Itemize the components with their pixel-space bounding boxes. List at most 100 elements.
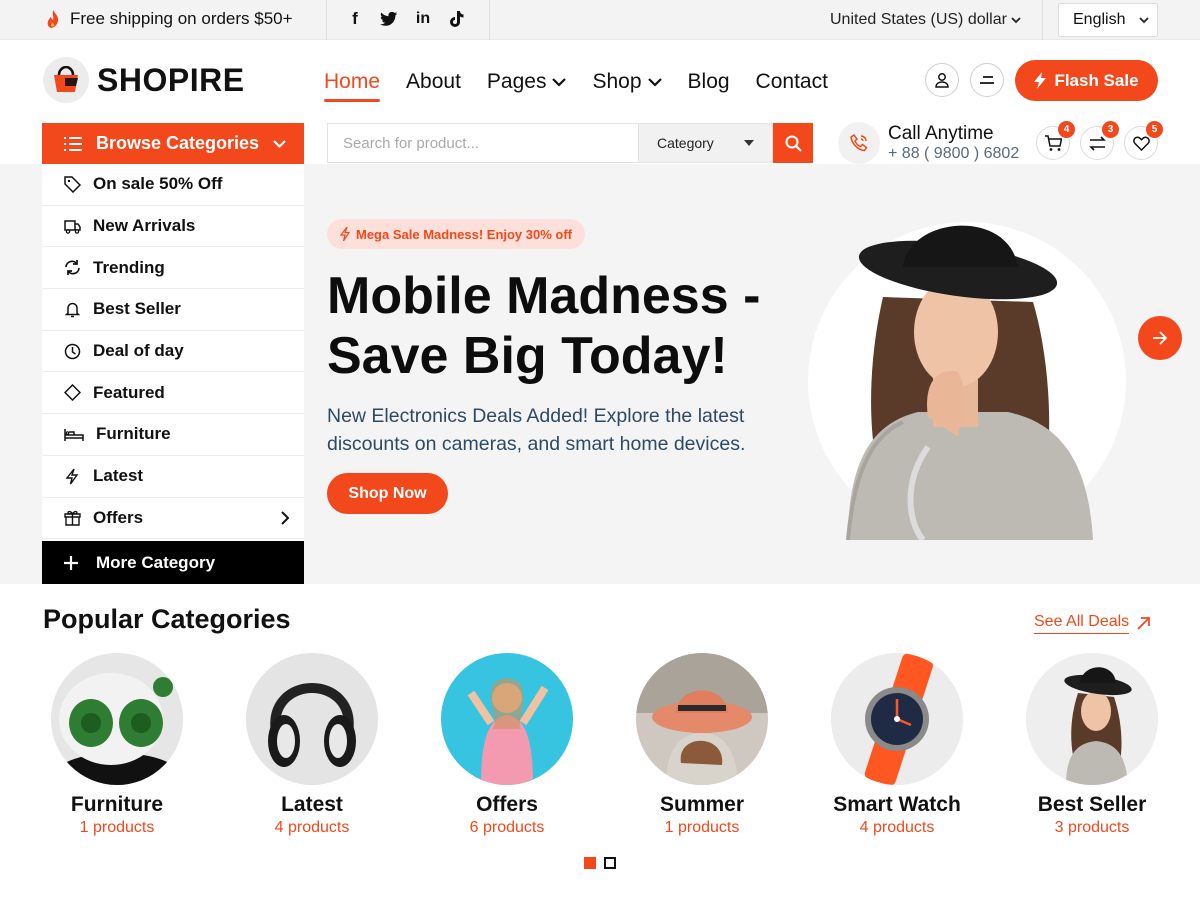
shipping-promo: Free shipping on orders $50+: [44, 9, 293, 29]
search-button[interactable]: [773, 123, 813, 163]
facebook-icon[interactable]: f: [345, 9, 365, 29]
category-count: 4 products: [859, 819, 935, 836]
divider: [489, 0, 490, 40]
category-card-offers[interactable]: Offers 6 products: [432, 653, 582, 837]
chevron-down-icon: [273, 139, 286, 148]
nav-blog[interactable]: Blog: [688, 67, 730, 97]
call-title: Call Anytime: [888, 123, 994, 144]
more-category-label: More Category: [96, 552, 216, 572]
account-button[interactable]: [925, 63, 959, 97]
clock-icon: [64, 343, 81, 359]
arrow-up-right-icon: [1137, 617, 1151, 630]
category-name: Smart Watch: [833, 793, 961, 816]
browse-categories-button[interactable]: Browse Categories: [42, 123, 304, 164]
category-name: Latest: [281, 793, 343, 816]
language-select[interactable]: English: [1058, 3, 1158, 37]
see-all-label: See All Deals: [1034, 613, 1130, 634]
pagination-dot[interactable]: [604, 857, 616, 869]
sidebar-item-furniture[interactable]: Furniture: [42, 414, 304, 456]
site-logo[interactable]: SHOPIRE: [43, 57, 245, 103]
sidebar-item-label: On sale 50% Off: [93, 174, 223, 194]
chevron-down-icon: [1011, 16, 1021, 23]
popular-categories-title: Popular Categories: [43, 604, 291, 634]
nav-label: Pages: [486, 70, 547, 93]
social-links: f in: [345, 9, 467, 29]
divider: [1042, 0, 1043, 40]
call-phone[interactable]: + 88 ( 9800 ) 6802: [888, 145, 1019, 163]
currency-select[interactable]: United States (US) dollar: [830, 11, 1021, 29]
sidebar-item-new-arrivals[interactable]: New Arrivals: [42, 206, 304, 248]
shop-now-button[interactable]: Shop Now: [327, 473, 448, 514]
flash-sale-button[interactable]: Flash Sale: [1015, 60, 1158, 101]
nav-home[interactable]: Home: [324, 67, 381, 102]
category-select[interactable]: Category: [639, 123, 773, 163]
search-input[interactable]: Search for product...: [327, 123, 639, 163]
hero-title: Mobile Madness - Save Big Today!: [327, 267, 761, 385]
sidebar-item-featured[interactable]: Featured: [42, 372, 304, 415]
category-count: 1 products: [79, 819, 155, 836]
sidebar-item-label: Featured: [93, 382, 165, 402]
sidebar-item-label: Offers: [93, 507, 144, 527]
chevron-down-icon: [1139, 16, 1149, 23]
category-name: Summer: [659, 793, 745, 816]
language-label: English: [1073, 11, 1126, 28]
nav-contact[interactable]: Contact: [756, 67, 828, 97]
flame-icon: [47, 10, 59, 28]
chevron-right-icon: [281, 511, 290, 525]
twitter-icon[interactable]: [379, 9, 399, 29]
menu-button[interactable]: [970, 63, 1004, 97]
see-all-deals-link[interactable]: See All Deals: [1034, 613, 1151, 634]
category-card-furniture[interactable]: Furniture 1 products: [42, 653, 192, 837]
sidebar-item-latest[interactable]: Latest: [42, 456, 304, 498]
category-name: Offers: [476, 793, 538, 816]
bell-icon: [64, 302, 81, 318]
category-card-summer[interactable]: Summer 1 products: [627, 653, 777, 837]
nav-shop[interactable]: Shop: [592, 67, 662, 97]
linkedin-icon[interactable]: in: [413, 9, 433, 29]
caret-down-icon: [744, 140, 754, 146]
compare-count-badge: 3: [1102, 121, 1119, 138]
compare-button[interactable]: 3: [1080, 121, 1119, 160]
promo-pill-text: Mega Sale Madness! Enjoy 30% off: [356, 226, 573, 242]
sidebar-item-offers[interactable]: Offers: [42, 498, 304, 540]
category-count: 3 products: [1054, 819, 1130, 836]
bed-icon: [64, 428, 84, 441]
gift-icon: [64, 511, 81, 527]
chevron-down-icon: [552, 77, 567, 87]
arrow-right-icon: [1153, 331, 1168, 345]
category-card-best-seller[interactable]: Best Seller 3 products: [1017, 653, 1167, 837]
cart-icon: [1045, 134, 1062, 151]
refresh-icon: [65, 260, 80, 276]
wishlist-button[interactable]: 5: [1124, 121, 1163, 160]
list-icon: [64, 136, 82, 151]
bolt-icon: [1034, 72, 1047, 89]
cart-button[interactable]: 4: [1036, 121, 1075, 160]
category-image: [441, 653, 573, 785]
nav-pages[interactable]: Pages: [487, 67, 567, 97]
truck-icon: [64, 219, 81, 234]
category-image: [831, 653, 963, 785]
sidebar-item-label: Latest: [93, 466, 144, 486]
carousel-pagination: [584, 857, 616, 869]
hero-image: [808, 222, 1126, 540]
sidebar-item-on-sale[interactable]: On sale 50% Off: [42, 164, 304, 206]
user-icon: [935, 73, 949, 88]
sidebar-item-best-seller[interactable]: Best Seller: [42, 289, 304, 331]
category-count: 6 products: [469, 819, 545, 836]
hero-next-button[interactable]: [1138, 316, 1182, 360]
browse-label: Browse Categories: [96, 133, 260, 153]
sidebar-item-deal-of-day[interactable]: Deal of day: [42, 331, 304, 373]
category-card-latest[interactable]: Latest 4 products: [237, 653, 387, 837]
chevron-down-icon: [647, 77, 662, 87]
tiktok-icon[interactable]: [447, 9, 467, 29]
category-select-label: Category: [657, 135, 714, 151]
sidebar-item-trending[interactable]: Trending: [42, 247, 304, 290]
logo-text: SHOPIRE: [97, 61, 245, 98]
more-category-button[interactable]: More Category: [42, 541, 304, 584]
nav-about[interactable]: About: [406, 67, 461, 97]
tag-icon: [64, 176, 81, 193]
nav-label: Blog: [687, 70, 730, 93]
category-card-smart-watch[interactable]: Smart Watch 4 products: [822, 653, 972, 837]
sidebar-item-label: Deal of day: [93, 341, 184, 361]
pagination-dot-active[interactable]: [584, 857, 596, 869]
